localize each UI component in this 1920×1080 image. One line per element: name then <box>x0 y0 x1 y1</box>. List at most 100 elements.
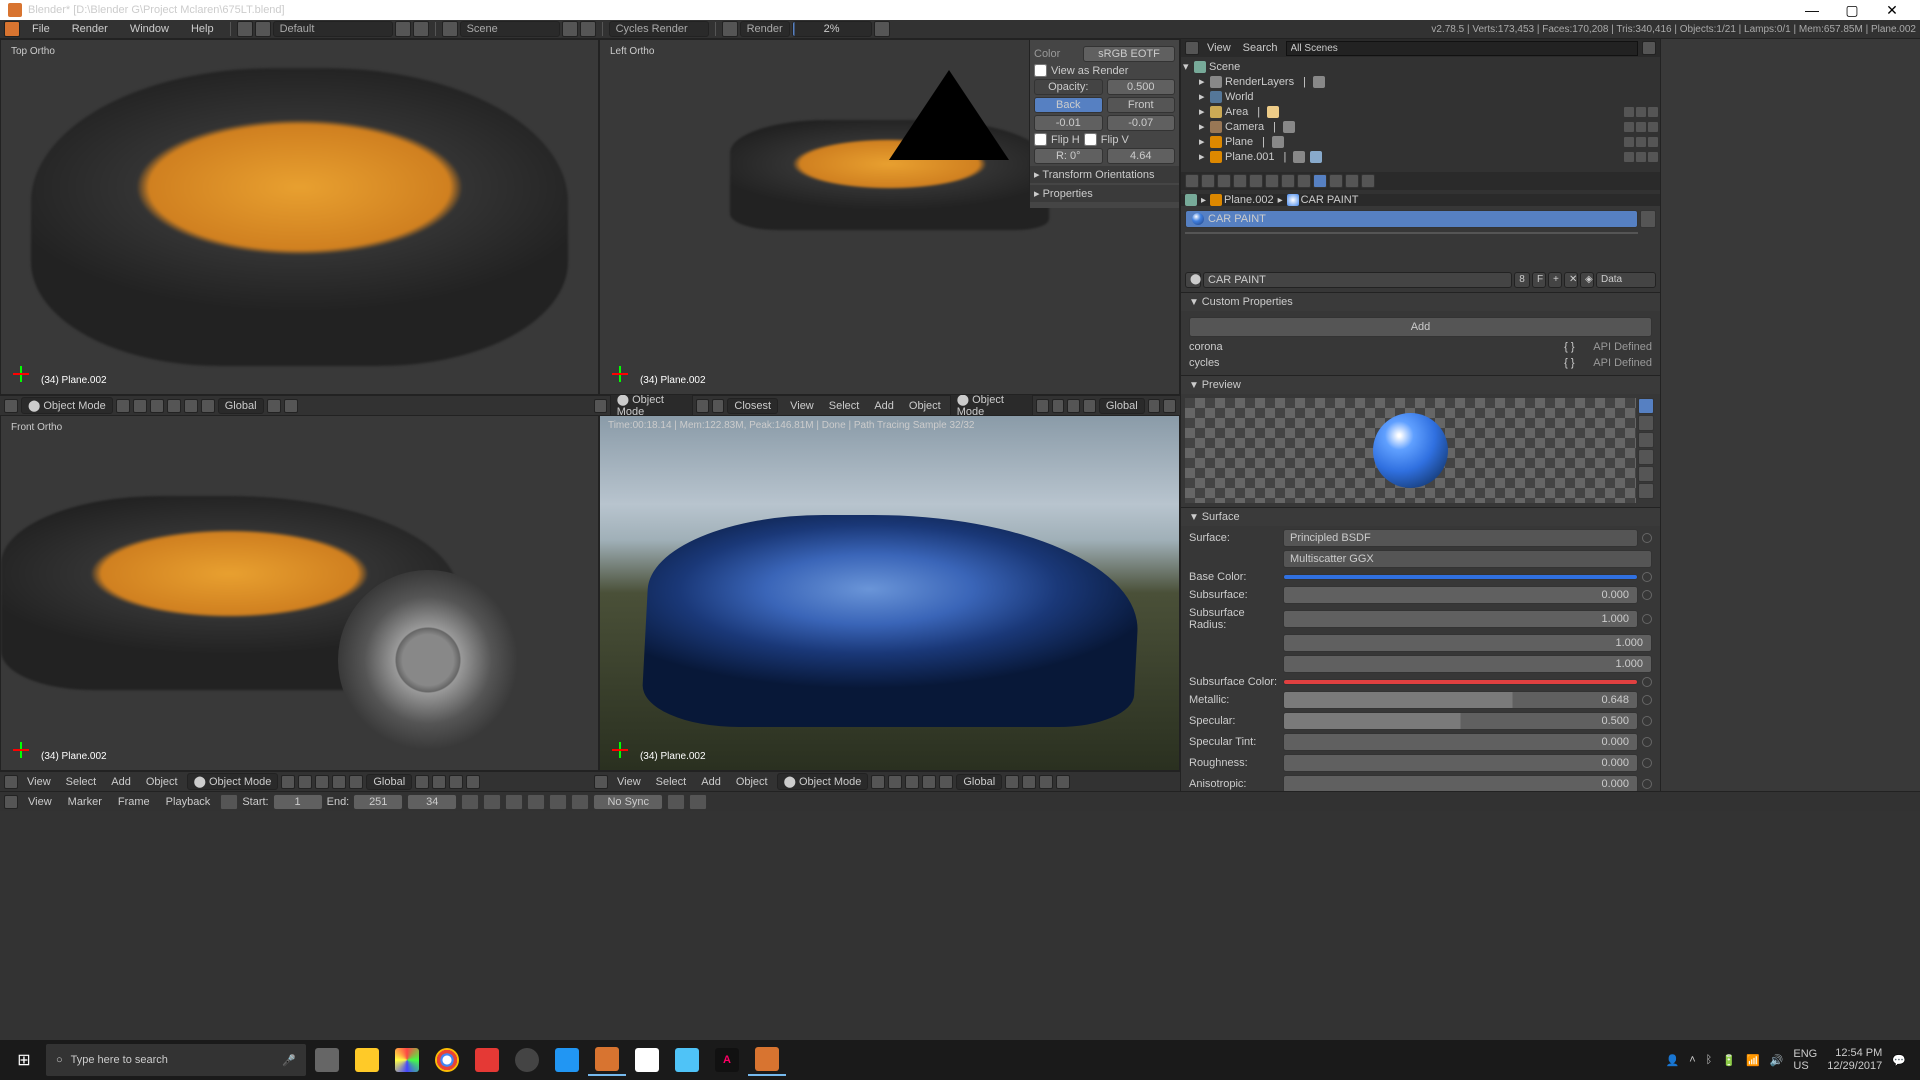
icon[interactable] <box>939 775 953 789</box>
app-button[interactable] <box>668 1044 706 1076</box>
opacity-value[interactable]: 0.500 <box>1107 79 1176 95</box>
scene-icon[interactable] <box>442 21 458 37</box>
icon[interactable] <box>1067 399 1080 413</box>
modefield[interactable]: ⬤ Object Mode <box>187 773 279 790</box>
tab-render[interactable] <box>1185 174 1199 188</box>
file-explorer-button[interactable] <box>348 1044 386 1076</box>
orientation-field[interactable]: Global <box>366 774 412 790</box>
remove-layout-icon[interactable] <box>413 21 429 37</box>
fake-user-button[interactable]: F <box>1532 272 1546 288</box>
breadcrumb-object[interactable]: Plane.002 <box>1210 194 1274 206</box>
app-button[interactable] <box>508 1044 546 1076</box>
menu-file[interactable]: File <box>22 21 60 37</box>
blender-button[interactable] <box>588 1044 626 1076</box>
icon[interactable] <box>449 775 463 789</box>
material-users[interactable]: 8 <box>1514 272 1530 288</box>
outliner-item-camera[interactable]: ▸Camera| <box>1183 119 1658 134</box>
menu-render[interactable]: Render <box>62 21 118 37</box>
back-to-previous-icon[interactable] <box>237 21 253 37</box>
app-button[interactable]: A <box>708 1044 746 1076</box>
specular-field[interactable]: 0.500 <box>1283 712 1638 730</box>
new-material-button[interactable]: + <box>1548 272 1562 288</box>
visibility-icon[interactable] <box>1624 107 1634 117</box>
editor-type-icon[interactable] <box>4 775 18 789</box>
render-icon[interactable] <box>722 21 738 37</box>
icon[interactable] <box>922 775 936 789</box>
tab-data[interactable] <box>1297 174 1311 188</box>
node-socket[interactable] <box>1642 695 1652 705</box>
material-name-field[interactable]: CAR PAINT <box>1203 272 1512 288</box>
shading-icon[interactable] <box>116 399 130 413</box>
tab-constraints[interactable] <box>1265 174 1279 188</box>
node-socket[interactable] <box>1642 779 1652 789</box>
play-reverse-button[interactable] <box>505 794 523 810</box>
icon[interactable] <box>1005 775 1019 789</box>
add-scene-icon[interactable] <box>562 21 578 37</box>
icon[interactable] <box>1036 399 1049 413</box>
renderable-icon[interactable] <box>1648 107 1658 117</box>
start-frame-field[interactable]: 1 <box>273 794 323 810</box>
surface-header[interactable]: ▼ Surface <box>1181 508 1660 526</box>
visibility-icon[interactable] <box>1624 122 1634 132</box>
menu-object[interactable]: Object <box>140 776 184 788</box>
tray-person-icon[interactable]: 👤 <box>1666 1054 1680 1067</box>
icon[interactable] <box>1148 399 1161 413</box>
maximize-button[interactable]: ▢ <box>1832 0 1872 20</box>
unlink-material-button[interactable]: ✕ <box>1564 272 1578 288</box>
viewport-top[interactable]: Top Ortho (34) Plane.002 <box>0 39 599 395</box>
tray-expand-icon[interactable]: ˄ <box>1689 1054 1695 1066</box>
aniso-field[interactable]: 0.000 <box>1283 775 1638 791</box>
close-button[interactable]: ✕ <box>1872 0 1912 20</box>
icon[interactable] <box>315 775 329 789</box>
back-button[interactable]: Back <box>1034 97 1103 113</box>
sketchup-button[interactable] <box>468 1044 506 1076</box>
node-socket[interactable] <box>1642 572 1652 582</box>
layer-icon[interactable] <box>184 399 198 413</box>
orientation-field[interactable]: Global <box>218 398 264 414</box>
layer-icon[interactable] <box>201 399 215 413</box>
tab-particles[interactable] <box>1345 174 1359 188</box>
editor-type-icon[interactable] <box>4 399 18 413</box>
preview-sphere-button[interactable] <box>1638 415 1654 431</box>
menu-select[interactable]: Select <box>650 776 693 788</box>
preview-flat-button[interactable] <box>1638 398 1654 414</box>
snap-icon[interactable] <box>267 399 281 413</box>
node-socket[interactable] <box>1642 590 1652 600</box>
tab-renderlayers[interactable] <box>1201 174 1215 188</box>
notifications-button[interactable]: 💬 <box>1892 1054 1906 1067</box>
snap-field[interactable]: Closest <box>727 398 778 414</box>
icon[interactable] <box>415 775 429 789</box>
viewport-left[interactable]: Left Ortho (34) Plane.002 ColorsRGB EOTF… <box>599 39 1180 395</box>
node-socket[interactable] <box>1642 533 1652 543</box>
tab-physics[interactable] <box>1361 174 1375 188</box>
subsurface-field[interactable]: 0.000 <box>1283 586 1638 604</box>
keyframe-next-button[interactable] <box>549 794 567 810</box>
material-specials-button[interactable] <box>1640 250 1656 264</box>
menu-view[interactable]: View <box>1203 42 1235 54</box>
rotation-value[interactable]: R: 0° <box>1034 148 1103 164</box>
flip-v-checkbox[interactable] <box>1084 133 1097 146</box>
renderable-icon[interactable] <box>1648 137 1658 147</box>
start-button[interactable]: ⊞ <box>4 1044 44 1076</box>
visibility-icon[interactable] <box>1624 152 1634 162</box>
play-button[interactable] <box>527 794 545 810</box>
editor-type-icon[interactable] <box>594 775 608 789</box>
clock[interactable]: 12:54 PM12/29/2017 <box>1827 1047 1882 1073</box>
proportional-icon[interactable] <box>284 399 298 413</box>
icon[interactable] <box>905 775 919 789</box>
tray-volume-icon[interactable]: 🔊 <box>1770 1054 1784 1067</box>
cancel-render-icon[interactable] <box>874 21 890 37</box>
jump-start-button[interactable] <box>461 794 479 810</box>
breadcrumb-scene[interactable] <box>1185 194 1197 206</box>
icon[interactable] <box>349 775 363 789</box>
tray-bluetooth-icon[interactable]: ᛒ <box>1706 1054 1713 1066</box>
menu-object[interactable]: Object <box>730 776 774 788</box>
spectint-field[interactable]: 0.000 <box>1283 733 1638 751</box>
link-selector[interactable]: Data <box>1596 272 1656 288</box>
distribution-field[interactable]: Multiscatter GGX <box>1283 550 1652 568</box>
icon[interactable] <box>888 775 902 789</box>
menu-search[interactable]: Search <box>1239 42 1282 54</box>
menu-object[interactable]: Object <box>903 400 947 412</box>
flip-h-checkbox[interactable] <box>1034 133 1047 146</box>
chrome-button[interactable] <box>428 1044 466 1076</box>
